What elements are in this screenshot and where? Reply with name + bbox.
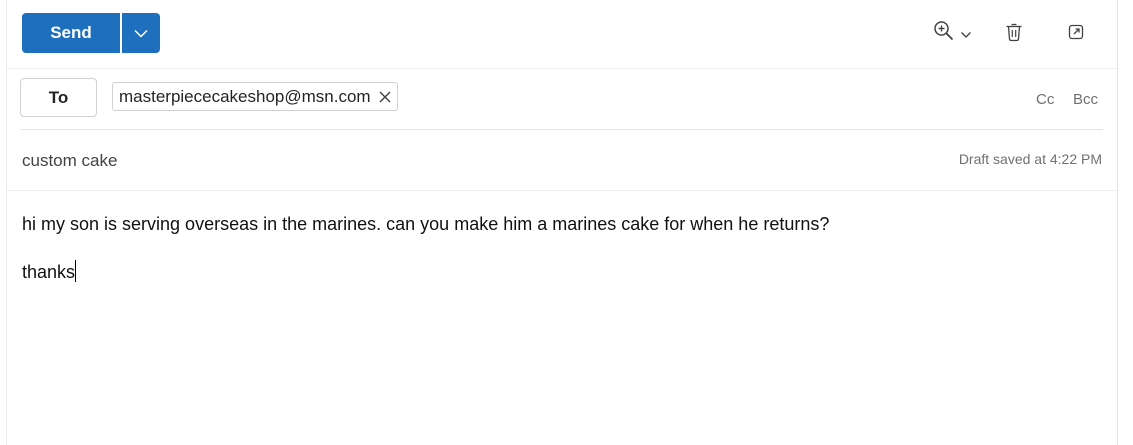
compose-pane: Send To masterpiececakeshop@msn.com Cc B… [6, 0, 1118, 445]
send-options-chevron-icon [134, 29, 148, 38]
discard-button[interactable] [1005, 22, 1023, 42]
recipient-divider [20, 129, 1103, 130]
close-icon [379, 91, 391, 102]
text-cursor [75, 260, 77, 282]
compose-toolbar: Send [7, 0, 1117, 69]
send-button[interactable]: Send [22, 13, 120, 53]
zoom-button[interactable] [933, 20, 972, 42]
message-body[interactable]: hi my son is serving overseas in the mar… [22, 211, 1102, 285]
bcc-button[interactable]: Bcc [1073, 91, 1098, 108]
recipient-chip[interactable]: masterpiececakeshop@msn.com [112, 82, 398, 111]
popout-button[interactable] [1068, 24, 1084, 40]
zoom-icon [934, 21, 954, 41]
recipient-email: masterpiececakeshop@msn.com [119, 86, 371, 106]
body-line: thanks [22, 260, 77, 282]
draft-status: Draft saved at 4:22 PM [958, 151, 1102, 167]
subject-field[interactable]: custom cake [22, 151, 117, 171]
send-options-button[interactable] [122, 13, 160, 53]
body-line: hi my son is serving overseas in the mar… [22, 214, 830, 234]
to-button[interactable]: To [20, 78, 97, 117]
subject-divider [7, 190, 1117, 191]
chevron-down-icon [961, 32, 971, 38]
trash-icon [1006, 23, 1022, 42]
send-button-group: Send [22, 13, 160, 53]
cc-button[interactable]: Cc [1036, 91, 1054, 108]
popout-icon [1068, 24, 1084, 40]
remove-recipient-button[interactable] [379, 91, 391, 103]
